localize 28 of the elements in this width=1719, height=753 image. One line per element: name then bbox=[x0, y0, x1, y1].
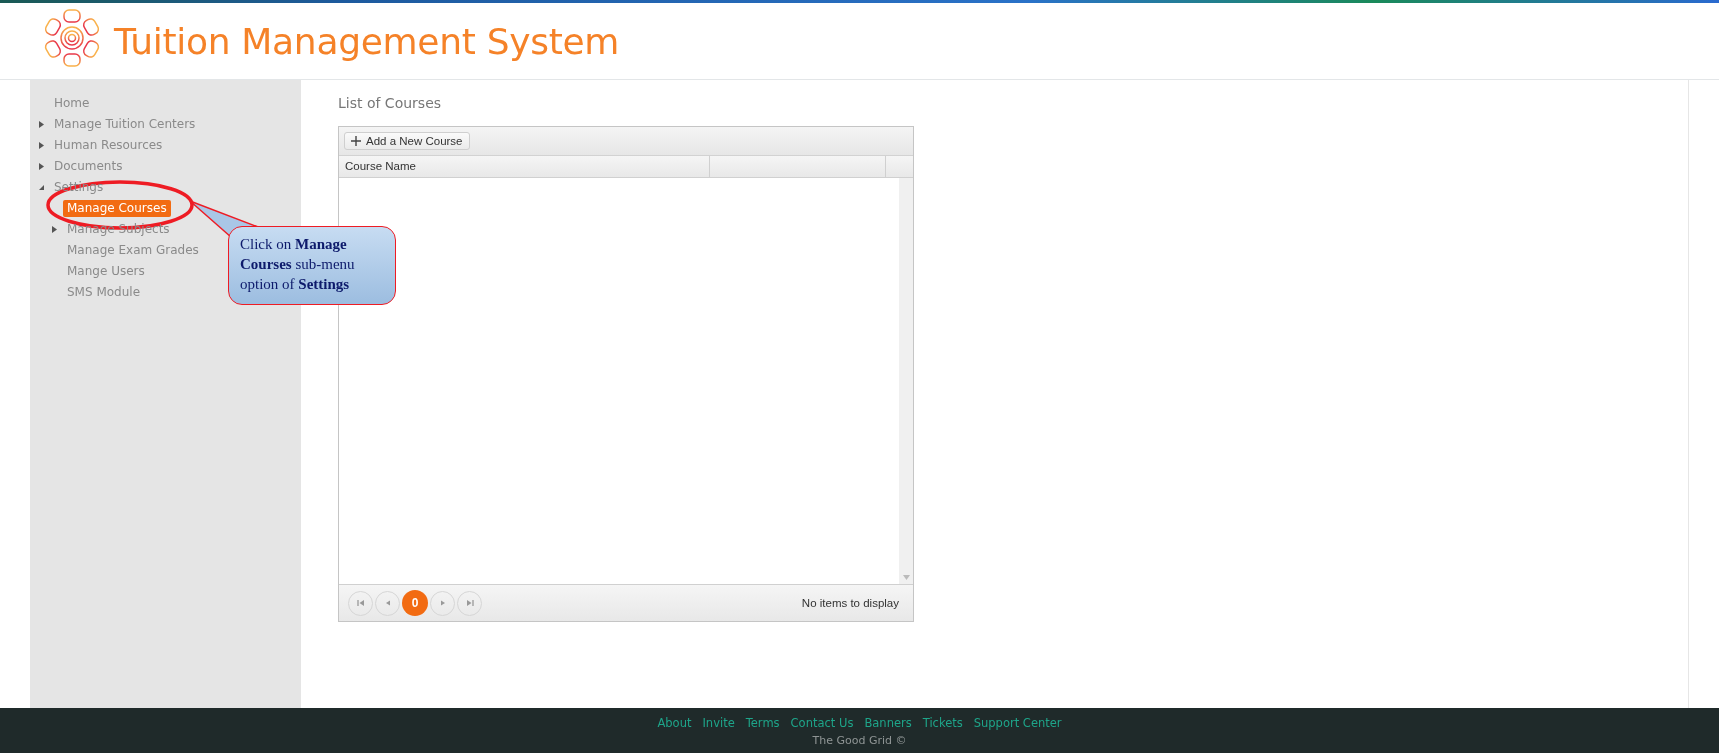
sidebar-item[interactable]: Documents bbox=[50, 158, 127, 175]
pager-status: No items to display bbox=[801, 597, 899, 609]
footer-link[interactable]: Contact Us bbox=[790, 716, 854, 730]
add-course-button[interactable]: Add a New Course bbox=[344, 132, 470, 150]
sidebar-item[interactable]: Manage Tuition Centers bbox=[50, 116, 200, 133]
footer-link[interactable]: About bbox=[657, 716, 692, 730]
sidebar-item[interactable]: Human Resources bbox=[50, 137, 167, 154]
footer-link[interactable]: Terms bbox=[745, 716, 780, 730]
down-arrow-icon bbox=[902, 575, 910, 580]
footer-link[interactable]: Tickets bbox=[922, 716, 963, 730]
footer-link[interactable]: Invite bbox=[702, 716, 735, 730]
copyright-text: The Good Grid © bbox=[812, 734, 907, 747]
sidebar-item[interactable]: Manage Exam Grades bbox=[63, 242, 203, 259]
footer-link[interactable]: Support Center bbox=[973, 716, 1062, 730]
callout-note: Click on Manage Courses sub-menu option of Settings bbox=[228, 226, 396, 305]
sidebar-item[interactable]: Manage Courses bbox=[63, 200, 171, 217]
sidebar-item[interactable]: SMS Module bbox=[63, 284, 145, 301]
next-page-icon bbox=[438, 599, 447, 607]
first-page-icon bbox=[356, 599, 365, 607]
sidebar-item[interactable]: Mange Users bbox=[63, 263, 149, 280]
plus-icon bbox=[351, 136, 361, 146]
last-page-icon bbox=[465, 599, 474, 607]
page-heading: List of Courses bbox=[338, 95, 443, 111]
sidebar-item[interactable]: Home bbox=[50, 95, 94, 112]
page-number[interactable]: 0 bbox=[402, 590, 428, 616]
scrollbar[interactable] bbox=[899, 178, 913, 584]
app-title: Tuition Management System bbox=[114, 20, 620, 62]
footer-link[interactable]: Banners bbox=[864, 716, 912, 730]
